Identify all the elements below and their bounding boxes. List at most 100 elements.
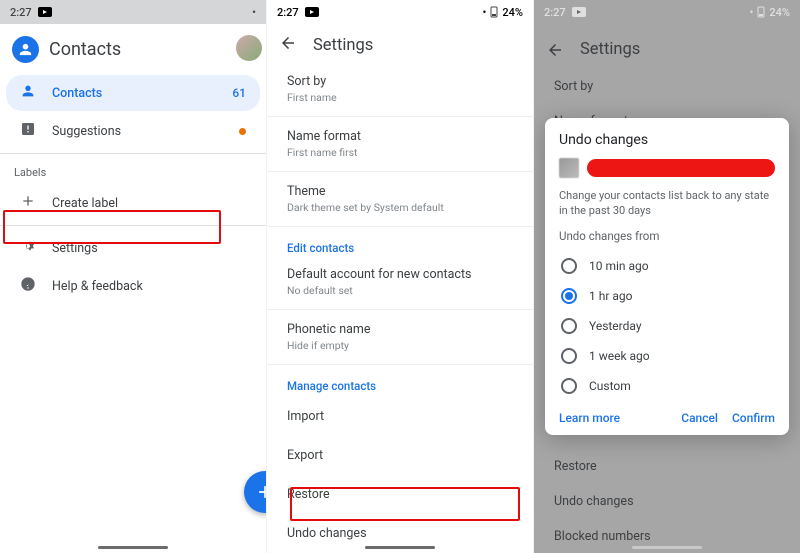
row-subtitle: Hide if empty	[287, 339, 513, 352]
battery-icon	[490, 6, 498, 18]
divider	[267, 364, 533, 365]
divider	[0, 153, 266, 154]
clock: 2:27	[10, 6, 32, 19]
row-export[interactable]: Export	[267, 436, 533, 475]
gear-icon	[20, 238, 36, 258]
divider	[0, 225, 266, 226]
section-edit-contacts: Edit contacts	[267, 231, 533, 259]
row-phonetic-name[interactable]: Phonetic name Hide if empty	[267, 314, 533, 360]
nav-suggestions[interactable]: Suggestions	[6, 113, 260, 149]
nav-help[interactable]: Help & feedback	[6, 268, 260, 304]
more-dot: •	[750, 6, 754, 19]
row-title: Theme	[287, 184, 513, 199]
undo-changes-dialog: Undo changes Change your contacts list b…	[545, 118, 789, 435]
back-button[interactable]	[279, 34, 297, 56]
status-bar: 2:27 •	[0, 0, 266, 24]
dialog-description: Change your contacts list back to any st…	[559, 188, 775, 219]
status-bar: 2:27 • 24%	[267, 0, 533, 24]
radio-yesterday[interactable]: Yesterday	[559, 311, 775, 341]
drawer-header: Contacts	[0, 24, 266, 73]
radio-icon	[561, 318, 577, 334]
youtube-icon	[38, 7, 52, 17]
settings-title: Settings	[313, 36, 373, 55]
row-subtitle: Dark theme set by System default	[287, 201, 513, 214]
nav-create-label[interactable]: Create label	[6, 185, 260, 221]
row-default-account[interactable]: Default account for new contacts No defa…	[267, 259, 533, 305]
radio-label: 10 min ago	[589, 259, 649, 273]
undo-changes-dialog-screen: Settings Sort by Name format Restore Und…	[533, 0, 800, 553]
nav-settings[interactable]: Settings	[6, 230, 260, 266]
radio-label: 1 week ago	[589, 349, 650, 363]
clock: 2:27	[544, 6, 566, 19]
more-dot: •	[252, 6, 256, 19]
section-manage-contacts: Manage contacts	[267, 369, 533, 397]
status-bar: 2:27 • 24%	[534, 0, 800, 24]
radio-label: Yesterday	[589, 319, 642, 333]
row-title: Default account for new contacts	[287, 267, 513, 282]
contacts-app-icon	[12, 36, 39, 63]
nav-contacts[interactable]: Contacts 61	[6, 75, 260, 111]
nav-suggestions-label: Suggestions	[52, 124, 121, 139]
divider	[267, 226, 533, 227]
more-dot: •	[483, 6, 487, 19]
row-name-format[interactable]: Name format First name first	[267, 121, 533, 167]
radio-icon	[561, 348, 577, 364]
radio-1hr[interactable]: 1 hr ago	[559, 281, 775, 311]
radio-label: 1 hr ago	[589, 289, 632, 303]
nav-settings-label: Settings	[52, 241, 98, 256]
battery-icon	[757, 6, 765, 18]
radio-icon	[561, 258, 577, 274]
gesture-bar	[365, 546, 435, 549]
row-title: Sort by	[287, 74, 513, 89]
cancel-button[interactable]: Cancel	[681, 411, 718, 425]
youtube-icon	[305, 7, 319, 17]
suggestions-badge-dot	[239, 128, 246, 135]
row-restore[interactable]: Restore	[267, 475, 533, 514]
labels-header: Labels	[0, 158, 266, 183]
divider	[267, 116, 533, 117]
confirm-button[interactable]: Confirm	[732, 411, 775, 425]
row-subtitle: First name	[287, 91, 513, 104]
settings-screen: 2:27 • 24% Settings Sort by First name N…	[266, 0, 533, 553]
contacts-drawer-screen: 2:27 • Contacts Contacts 61 Suggestions …	[0, 0, 266, 553]
youtube-icon	[572, 7, 586, 17]
nav-help-label: Help & feedback	[52, 279, 143, 294]
account-avatar	[559, 158, 579, 178]
clock: 2:27	[277, 6, 299, 19]
redacted-email	[587, 159, 775, 177]
row-theme[interactable]: Theme Dark theme set by System default	[267, 176, 533, 222]
plus-icon	[20, 193, 36, 213]
radio-custom[interactable]: Custom	[559, 371, 775, 401]
dialog-sublabel: Undo changes from	[559, 229, 775, 243]
dialog-title: Undo changes	[559, 132, 775, 148]
help-icon	[20, 276, 36, 296]
radio-icon	[561, 378, 577, 394]
drawer-title: Contacts	[49, 39, 121, 60]
nav-contacts-count: 61	[232, 86, 246, 100]
row-sort-by[interactable]: Sort by First name	[267, 66, 533, 112]
gesture-bar	[632, 546, 702, 549]
gesture-bar	[98, 546, 168, 549]
row-subtitle: First name first	[287, 146, 513, 159]
account-row[interactable]	[559, 158, 775, 178]
radio-10min[interactable]: 10 min ago	[559, 251, 775, 281]
divider	[267, 309, 533, 310]
row-import[interactable]: Import	[267, 397, 533, 436]
nav-create-label-text: Create label	[52, 196, 118, 211]
dialog-actions: Learn more Cancel Confirm	[559, 411, 775, 425]
row-title: Name format	[287, 129, 513, 144]
radio-1week[interactable]: 1 week ago	[559, 341, 775, 371]
suggestions-icon	[20, 121, 36, 141]
divider	[267, 171, 533, 172]
battery-pct: 24%	[502, 6, 523, 19]
settings-header: Settings	[267, 24, 533, 66]
row-subtitle: No default set	[287, 284, 513, 297]
learn-more-link[interactable]: Learn more	[559, 411, 620, 425]
fab-add-contact[interactable]	[244, 471, 266, 513]
profile-avatar[interactable]	[236, 35, 262, 61]
battery-pct: 24%	[769, 6, 790, 19]
nav-contacts-label: Contacts	[52, 86, 102, 101]
radio-icon-selected	[561, 288, 577, 304]
row-title: Phonetic name	[287, 322, 513, 337]
person-icon	[20, 83, 36, 103]
